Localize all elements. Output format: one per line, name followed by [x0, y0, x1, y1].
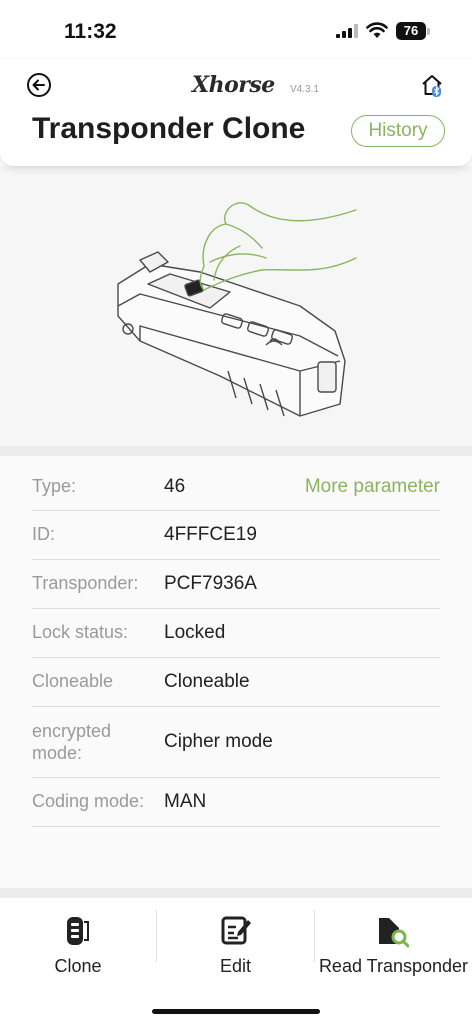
page-title: Transponder Clone	[32, 112, 306, 145]
tab-clone[interactable]: Clone	[0, 898, 156, 988]
info-value: PCF7936A	[164, 573, 257, 594]
info-value: Cloneable	[164, 671, 250, 692]
info-row-encrypted-mode: encrypted mode: Cipher mode	[32, 707, 440, 778]
info-label: Cloneable	[32, 671, 114, 691]
wifi-icon	[366, 22, 388, 38]
brand-logo: Xhorse	[192, 72, 275, 98]
info-row-type: Type: 46 More parameter	[32, 462, 440, 511]
info-label: Transponder:	[32, 573, 139, 593]
key-programmer-hand-illustration	[117, 202, 357, 417]
bottom-tab-bar: Clone Edit Read Transponder	[0, 898, 472, 1024]
transponder-info: Type: 46 More parameter ID: 4FFFCE19 Tra…	[0, 456, 472, 888]
info-value: Cipher mode	[164, 731, 273, 752]
status-bar: 11:32 76	[0, 0, 472, 60]
car-key-icon	[67, 917, 89, 945]
status-time: 11:32	[64, 20, 117, 43]
device-illustration	[0, 166, 472, 446]
section-divider	[0, 888, 472, 898]
tab-edit[interactable]: Edit	[157, 898, 314, 988]
section-divider	[0, 446, 472, 456]
app-header: Xhorse V4.3.1 Transponder Clone History	[0, 60, 472, 166]
info-value: 4FFFCE19	[164, 524, 257, 545]
info-label: encrypted mode:	[32, 721, 112, 763]
tab-label: Clone	[54, 956, 102, 976]
more-parameter-link[interactable]: More parameter	[305, 476, 440, 498]
read-transponder-icon	[379, 918, 409, 948]
tab-read-transponder[interactable]: Read Transponder	[315, 898, 472, 988]
info-label: Coding mode:	[32, 791, 145, 811]
tab-label: Edit	[219, 956, 252, 976]
info-row-coding-mode: Coding mode: MAN	[32, 778, 440, 827]
home-indicator[interactable]	[152, 1009, 320, 1014]
info-row-cloneable: Cloneable Cloneable	[32, 658, 440, 707]
cellular-signal-icon	[336, 24, 358, 38]
info-row-id: ID: 4FFFCE19	[32, 511, 440, 560]
info-label: Lock status:	[32, 622, 129, 642]
info-label: Type:	[32, 476, 77, 496]
battery-icon	[427, 28, 430, 35]
history-button[interactable]: History	[351, 115, 445, 147]
info-value: 46	[164, 476, 186, 497]
info-label: ID:	[32, 524, 56, 544]
tab-label: Read Transponder	[318, 956, 469, 976]
info-value: MAN	[164, 791, 207, 812]
back-icon[interactable]	[26, 72, 52, 98]
info-row-lock-status: Lock status: Locked	[32, 609, 440, 658]
app-version: V4.3.1	[290, 84, 319, 95]
info-row-transponder: Transponder: PCF7936A	[32, 560, 440, 609]
battery-level: 76	[396, 22, 426, 40]
info-value: Locked	[164, 622, 226, 643]
home-bluetooth-icon[interactable]	[420, 72, 446, 98]
edit-icon	[221, 916, 251, 945]
